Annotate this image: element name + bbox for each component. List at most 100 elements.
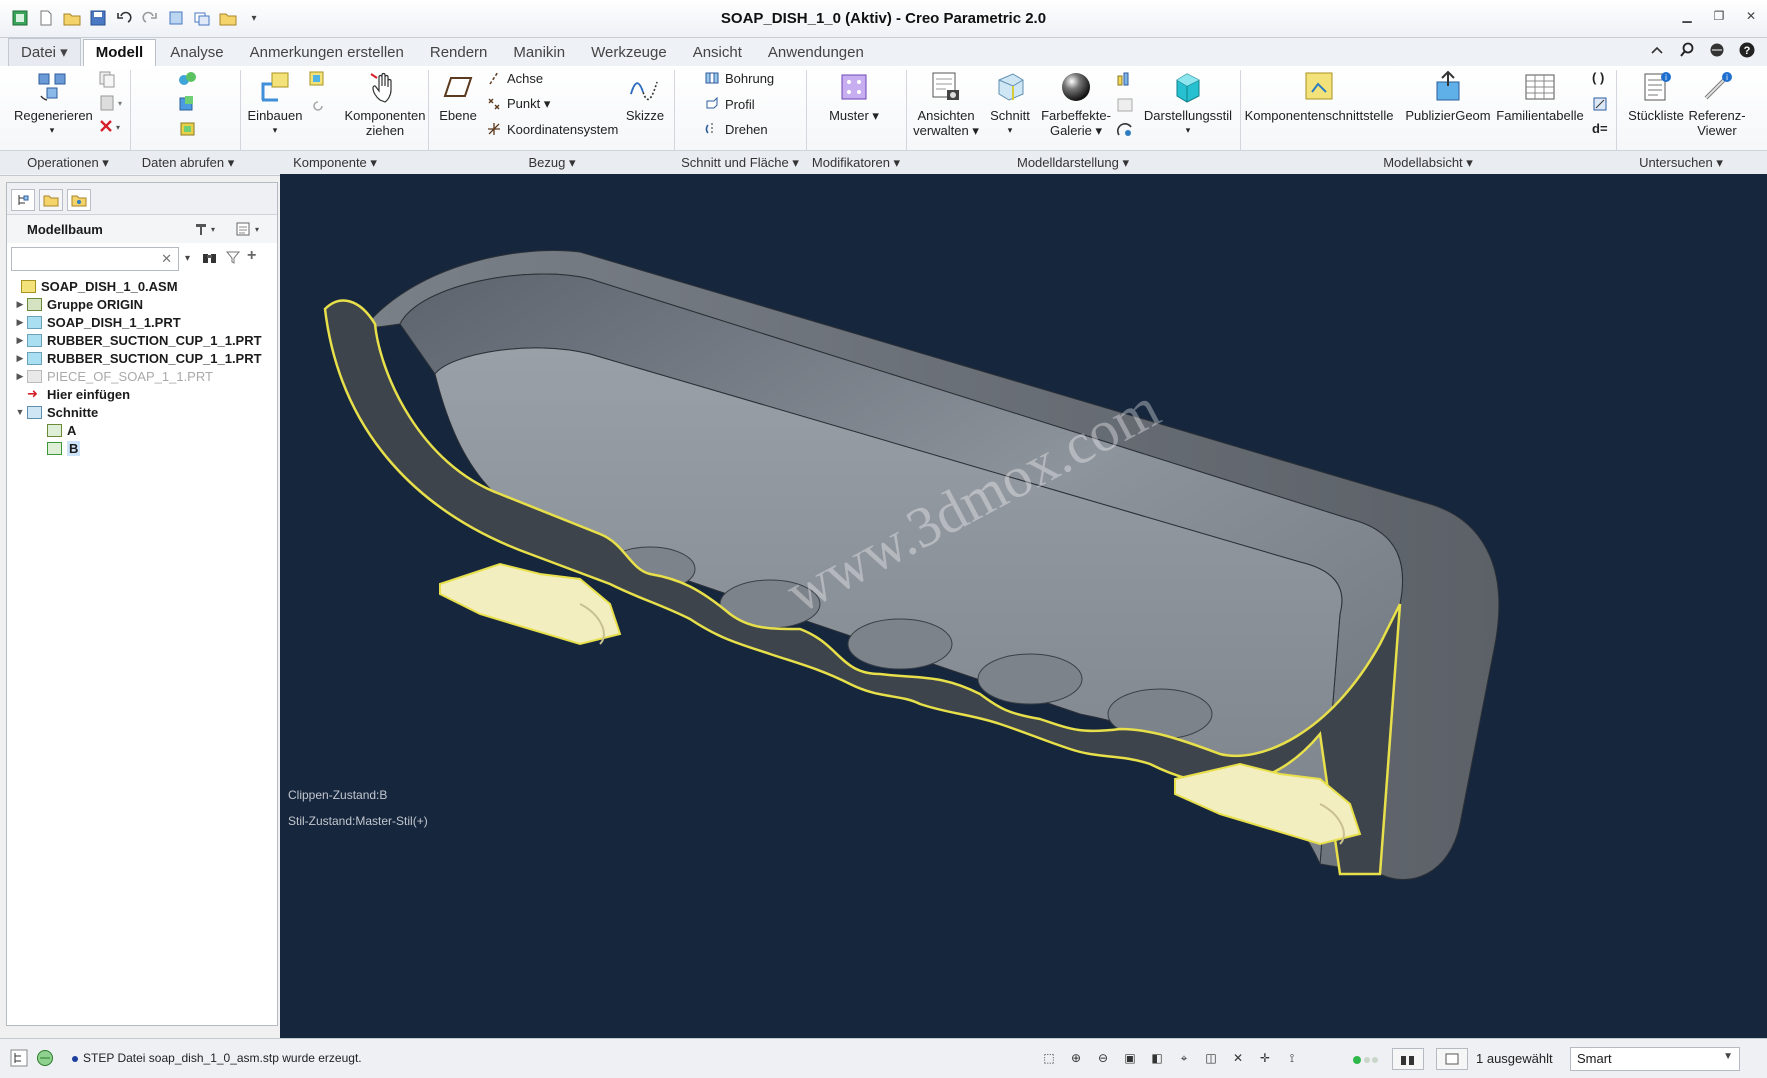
- find-binoculars-icon[interactable]: [201, 249, 219, 268]
- refit-icon[interactable]: ⬚: [1040, 1049, 1058, 1067]
- group-operationen[interactable]: Operationen ▾: [0, 155, 136, 171]
- tree-item-section-b[interactable]: B: [7, 439, 277, 457]
- paste-icon[interactable]: ▾: [98, 94, 122, 112]
- bohrung-button[interactable]: Bohrung: [704, 70, 774, 86]
- stueckliste-button[interactable]: i Stückliste: [1620, 70, 1692, 123]
- clear-search-icon[interactable]: ✕: [161, 251, 172, 267]
- tree-item-schnitte[interactable]: ▼ Schnitte: [7, 403, 277, 421]
- profil-button[interactable]: Profil: [704, 96, 755, 112]
- expand-arrow-icon[interactable]: ▶: [13, 371, 27, 382]
- muster-button[interactable]: Muster ▾: [818, 70, 890, 123]
- display-icon-1[interactable]: [1116, 70, 1134, 88]
- group-modifikatoren[interactable]: Modifikatoren ▾: [806, 155, 906, 171]
- user-defined-feature-icon[interactable]: [178, 70, 198, 88]
- copy-icon[interactable]: [98, 70, 116, 88]
- tab-datei[interactable]: Datei ▾: [8, 38, 81, 66]
- achse-button[interactable]: Achse: [486, 70, 543, 86]
- tab-favorites[interactable]: [67, 189, 91, 211]
- close-icon[interactable]: ✕: [1743, 8, 1759, 24]
- tree-settings-icon[interactable]: ▾: [193, 221, 219, 240]
- tab-anwendungen[interactable]: Anwendungen: [756, 40, 876, 66]
- minimize-icon[interactable]: ▁: [1679, 8, 1695, 24]
- repaint-icon[interactable]: ▣: [1121, 1049, 1139, 1067]
- familientabelle-button[interactable]: Familientabelle: [1496, 70, 1584, 123]
- tab-folder-browser[interactable]: [39, 189, 63, 211]
- group-bezug[interactable]: Bezug ▾: [430, 155, 674, 171]
- spin-center-icon[interactable]: ✛: [1256, 1049, 1274, 1067]
- tree-item-soap-dish[interactable]: ▶ SOAP_DISH_1_1.PRT: [7, 313, 277, 331]
- repeat-icon[interactable]: [310, 98, 326, 114]
- referenz-viewer-button[interactable]: i Referenz- Viewer: [1686, 70, 1748, 138]
- group-untersuchen[interactable]: Untersuchen ▾: [1616, 155, 1746, 171]
- navigator-toggle-icon[interactable]: [10, 1049, 28, 1070]
- tree-item-insert-here[interactable]: ➜ Hier einfügen: [7, 385, 277, 403]
- tab-analyse[interactable]: Analyse: [158, 40, 235, 66]
- group-modelldarstellung[interactable]: Modelldarstellung ▾: [906, 155, 1240, 171]
- group-schnitt-flaeche[interactable]: Schnitt und Fläche ▾: [674, 155, 806, 171]
- filter-icon[interactable]: [225, 249, 241, 268]
- expand-arrow-icon[interactable]: ▶: [13, 317, 27, 328]
- tab-model-tree[interactable]: [11, 189, 35, 211]
- einbauen-button[interactable]: Einbauen ▾: [246, 70, 304, 138]
- selection-list-icon[interactable]: [1436, 1048, 1468, 1070]
- search-icon[interactable]: [1679, 42, 1695, 58]
- tree-item-piece-of-soap[interactable]: ▶ PIECE_OF_SOAP_1_1.PRT: [7, 367, 277, 385]
- saved-orientations-icon[interactable]: ⌖: [1175, 1049, 1193, 1067]
- delete-icon[interactable]: ▾: [98, 118, 122, 136]
- collapse-arrow-icon[interactable]: ▼: [13, 407, 27, 417]
- tab-rendern[interactable]: Rendern: [418, 40, 500, 66]
- selection-filter-select[interactable]: Smart ▼: [1570, 1047, 1740, 1071]
- tree-item-root[interactable]: SOAP_DISH_1_0.ASM: [7, 277, 277, 295]
- graphics-viewport[interactable]: www.3dmox.com Clippen-Zustand:B Stil-Zus…: [280, 174, 1767, 1038]
- expand-arrow-icon[interactable]: ▶: [13, 299, 27, 310]
- create-component-icon[interactable]: [308, 70, 326, 88]
- shrinkwrap-icon[interactable]: [178, 120, 198, 138]
- darstellungsstil-button[interactable]: Darstellungsstil ▾: [1138, 70, 1238, 138]
- browser-toggle-icon[interactable]: [36, 1049, 54, 1070]
- tab-modell[interactable]: Modell: [82, 39, 157, 66]
- view-manager-icon[interactable]: ◫: [1202, 1049, 1220, 1067]
- skizze-button[interactable]: Skizze: [618, 70, 672, 123]
- community-icon[interactable]: [1709, 42, 1725, 58]
- find-icon[interactable]: [1392, 1048, 1424, 1070]
- copy-geometry-icon[interactable]: [178, 95, 198, 113]
- tab-werkzeuge[interactable]: Werkzeuge: [579, 40, 679, 66]
- komponentenschnittstelle-button[interactable]: Komponentenschnittstelle: [1244, 70, 1394, 123]
- relations-icon[interactable]: ( ): [1592, 70, 1604, 85]
- ebene-button[interactable]: Ebene: [434, 70, 482, 123]
- display-style-icon[interactable]: ◧: [1148, 1049, 1166, 1067]
- add-icon[interactable]: +: [247, 247, 256, 265]
- display-icon-3[interactable]: [1116, 121, 1134, 139]
- tree-item-gruppe-origin[interactable]: ▶ Gruppe ORIGIN: [7, 295, 277, 313]
- tab-manikin[interactable]: Manikin: [501, 40, 577, 66]
- parameters-icon[interactable]: [1592, 96, 1608, 112]
- tree-show-icon[interactable]: ▾: [235, 221, 265, 240]
- farbeffekte-galerie-button[interactable]: Farbeffekte- Galerie ▾: [1036, 70, 1116, 138]
- punkt-button[interactable]: Punkt ▾: [486, 96, 550, 112]
- datum-display-icon[interactable]: ✕: [1229, 1049, 1247, 1067]
- display-icon-2[interactable]: [1116, 96, 1134, 114]
- ansichten-verwalten-button[interactable]: Ansichten verwalten ▾: [906, 70, 986, 138]
- expand-arrow-icon[interactable]: ▶: [13, 353, 27, 364]
- tree-item-suction-cup-1[interactable]: ▶ RUBBER_SUCTION_CUP_1_1.PRT: [7, 331, 277, 349]
- switch-dimensions-icon[interactable]: d=: [1592, 121, 1608, 136]
- maximize-icon[interactable]: ❐: [1711, 8, 1727, 24]
- schnitt-button[interactable]: Schnitt ▾: [984, 70, 1036, 138]
- group-modellabsicht[interactable]: Modellabsicht ▾: [1240, 155, 1616, 171]
- search-dropdown-icon[interactable]: ▾: [185, 253, 190, 264]
- group-daten-abrufen[interactable]: Daten abrufen ▾: [136, 155, 240, 171]
- komponenten-ziehen-button[interactable]: Komponenten ziehen: [340, 70, 430, 138]
- tab-anmerkungen[interactable]: Anmerkungen erstellen: [238, 40, 416, 66]
- expand-arrow-icon[interactable]: ▶: [13, 335, 27, 346]
- zoom-out-icon[interactable]: ⊖: [1094, 1049, 1112, 1067]
- tree-item-suction-cup-2[interactable]: ▶ RUBBER_SUCTION_CUP_1_1.PRT: [7, 349, 277, 367]
- soap-dish-model[interactable]: www.3dmox.com: [280, 174, 1767, 1038]
- zoom-in-icon[interactable]: ⊕: [1067, 1049, 1085, 1067]
- search-input[interactable]: ✕: [11, 247, 179, 271]
- publiziergeom-button[interactable]: PublizierGeom: [1400, 70, 1496, 123]
- group-komponente[interactable]: Komponente ▾: [240, 155, 430, 171]
- help-icon[interactable]: ?: [1739, 42, 1755, 58]
- annotation-display-icon[interactable]: ⟟: [1283, 1049, 1301, 1067]
- tab-ansicht[interactable]: Ansicht: [681, 40, 754, 66]
- collapse-ribbon-icon[interactable]: [1649, 42, 1665, 58]
